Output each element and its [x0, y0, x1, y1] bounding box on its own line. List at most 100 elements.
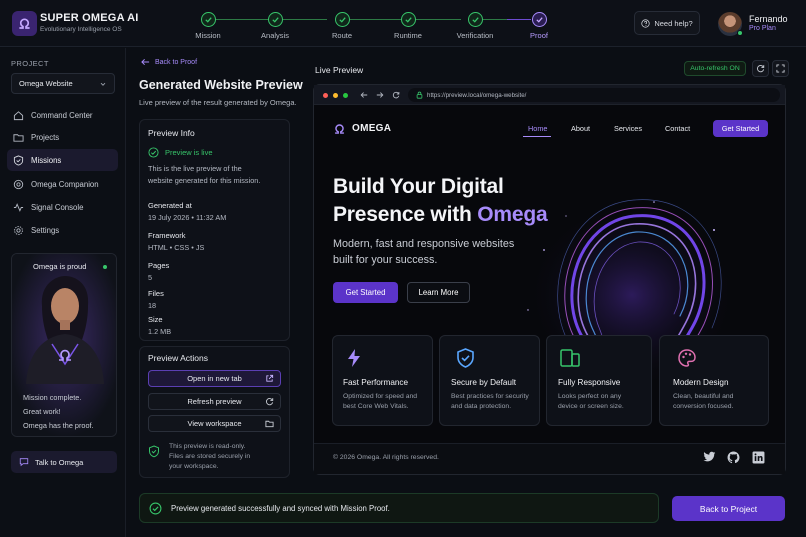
readonly-note: This preview is read-only. Files are sto… [169, 442, 250, 472]
app-subtitle: Evolutionary Intelligence OS [40, 26, 122, 33]
feature-description-line: Optimized for speed and [343, 393, 418, 400]
sidebar-item-omega-companion[interactable]: Omega Companion [7, 173, 118, 195]
sidebar-item-label: Missions [31, 155, 62, 165]
sidebar-item-settings[interactable]: Settings [7, 219, 118, 241]
step-route[interactable]: Route [312, 12, 372, 40]
app-title: SUPER OMEGA AI [40, 12, 139, 24]
folder-icon [13, 133, 24, 142]
online-status-dot [737, 30, 743, 36]
twitter-icon[interactable] [703, 451, 716, 463]
feature-description: Best practices for security and data prot… [451, 392, 529, 412]
companion-message-line: Omega has the proof. [23, 421, 94, 430]
step-mission[interactable]: Mission [178, 12, 238, 40]
view-workspace-label: View workspace [187, 419, 242, 428]
step-label: Proof [530, 31, 548, 40]
hero-title-text: Presence with [333, 203, 478, 226]
open-in-new-tab-label: Open in new tab [187, 374, 242, 383]
sidebar-item-signal-console[interactable]: Signal Console [7, 196, 118, 218]
window-minimize-dot[interactable] [333, 93, 338, 98]
feature-description-line: Looks perfect on any [558, 393, 622, 400]
check-icon [535, 17, 543, 23]
github-icon[interactable] [727, 451, 740, 464]
companion-message-line: Mission complete. [23, 393, 82, 402]
feature-description: Clean, beautiful and conversion focused. [673, 392, 733, 412]
site-nav-services[interactable]: Services [614, 124, 642, 133]
companion-online-dot [103, 265, 107, 269]
step-label: Analysis [261, 31, 289, 40]
feature-description-line: Clean, beautiful and [673, 393, 734, 400]
sidebar-item-label: Command Center [31, 110, 93, 120]
view-workspace-button[interactable]: View workspace [148, 415, 281, 432]
browser-back-icon[interactable] [360, 91, 368, 99]
help-button[interactable]: Need help? [634, 11, 700, 35]
refresh-preview-button[interactable]: Refresh preview [148, 393, 281, 410]
hero-title-line: Build Your Digital [333, 175, 504, 198]
check-icon [338, 17, 346, 23]
hero-title-accent: Omega [477, 203, 548, 226]
sidebar-item-label: Signal Console [31, 202, 84, 212]
feature-description-line: Best practices for security [451, 393, 529, 400]
site-nav-contact[interactable]: Contact [665, 124, 690, 133]
field-label-pages: Pages [148, 261, 170, 270]
fullscreen-button[interactable] [772, 60, 789, 77]
address-bar[interactable]: https://preview.local/omega-website/ [408, 88, 780, 102]
back-to-project-button[interactable]: Back to Project [672, 496, 785, 521]
back-to-proof-label: Back to Proof [155, 58, 198, 66]
readonly-note-line: This preview is read-only. [169, 443, 246, 450]
step-label: Mission [195, 31, 221, 40]
step-verification[interactable]: Verification [445, 12, 505, 40]
browser-forward-icon[interactable] [376, 91, 384, 99]
check-icon [204, 17, 212, 23]
project-select-value: Omega Website [19, 79, 73, 88]
preview-info-title: Preview Info [148, 128, 195, 138]
sidebar-item-missions[interactable]: Missions [7, 149, 118, 171]
user-name: Fernando [749, 14, 788, 24]
sidebar-item-label: Projects [31, 132, 60, 142]
chevron-down-icon [100, 82, 106, 86]
page-title: Generated Website Preview [139, 78, 303, 92]
readonly-note-line: your workspace. [169, 463, 219, 470]
sidebar-item-projects[interactable]: Projects [7, 126, 118, 148]
talk-to-omega-button[interactable]: Talk to Omega [11, 451, 117, 473]
field-label-files: Files [148, 289, 164, 298]
external-link-icon [266, 374, 274, 382]
step-proof[interactable]: Proof [509, 12, 569, 40]
site-logo-text: OMEGA [352, 123, 392, 134]
window-maximize-dot[interactable] [343, 93, 348, 98]
back-to-proof-link[interactable]: Back to Proof [141, 58, 197, 66]
project-select[interactable]: Omega Website [11, 73, 115, 94]
hero-title-line: Presence with Omega [333, 203, 548, 227]
reload-preview-button[interactable] [752, 60, 769, 77]
site-get-started-button[interactable]: Get Started [713, 120, 768, 137]
site-nav-about[interactable]: About [571, 124, 590, 133]
step-analysis[interactable]: Analysis [245, 12, 305, 40]
check-icon [271, 17, 279, 23]
status-message: Preview generated successfully and synce… [171, 503, 390, 513]
linkedin-icon[interactable] [752, 451, 765, 464]
lock-icon [416, 91, 423, 99]
shield-check-icon [149, 445, 159, 458]
step-label: Runtime [394, 31, 422, 40]
companion-title: Omega is proud [33, 262, 87, 271]
preview-live-status: Preview is live [148, 147, 213, 158]
site-logo[interactable]: OMEGA [333, 122, 391, 135]
window-close-dot[interactable] [323, 93, 328, 98]
help-label: Need help? [654, 18, 693, 28]
devices-icon [560, 349, 580, 367]
page-subtitle: Live preview of the result generated by … [139, 98, 297, 107]
browser-reload-icon[interactable] [392, 91, 400, 99]
hero-get-started-button[interactable]: Get Started [333, 282, 398, 303]
field-label-size: Size [148, 315, 163, 324]
omega-logo[interactable] [12, 11, 37, 36]
preview-description-line: This is the live preview of the [148, 164, 242, 173]
feature-description: Looks perfect on any device or screen siz… [558, 392, 624, 412]
preview-actions-title: Preview Actions [148, 353, 208, 363]
sidebar-item-command-center[interactable]: Command Center [7, 104, 118, 126]
field-value-generated-at: 19 July 2026 • 11:32 AM [148, 213, 227, 222]
step-runtime[interactable]: Runtime [378, 12, 438, 40]
auto-refresh-toggle[interactable]: Auto-refresh ON [684, 61, 746, 76]
hero-learn-more-button[interactable]: Learn More [407, 282, 470, 303]
site-nav-home[interactable]: Home [528, 124, 547, 133]
open-in-new-tab-button[interactable]: Open in new tab [148, 370, 281, 387]
feature-title: Modern Design [673, 378, 729, 387]
